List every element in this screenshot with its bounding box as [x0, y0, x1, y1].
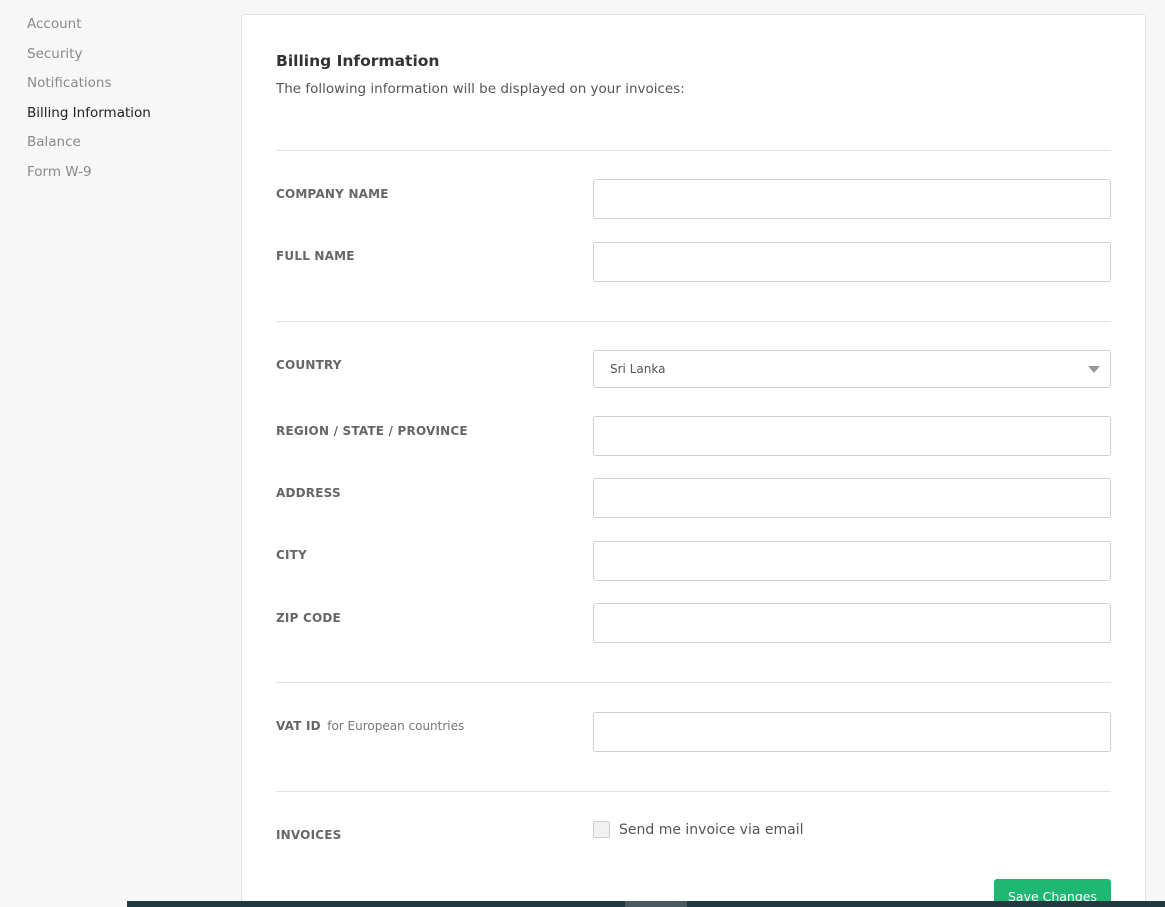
- billing-panel: Billing Information The following inform…: [241, 14, 1146, 907]
- section-divider: [276, 791, 1111, 792]
- chevron-down-icon: [1088, 366, 1100, 373]
- country-select[interactable]: Sri Lanka: [593, 350, 1111, 388]
- horizontal-scrollbar[interactable]: [127, 901, 1165, 907]
- country-label: COUNTRY: [276, 358, 342, 372]
- full-name-label: FULL NAME: [276, 249, 355, 263]
- section-divider: [276, 682, 1111, 683]
- sidebar-item-security[interactable]: Security: [27, 44, 227, 74]
- zip-code-label: ZIP CODE: [276, 611, 341, 625]
- scrollbar-thumb[interactable]: [625, 901, 687, 907]
- region-input[interactable]: [593, 416, 1111, 456]
- sidebar-item-balance[interactable]: Balance: [27, 132, 227, 162]
- page-title: Billing Information: [276, 52, 440, 70]
- company-name-input[interactable]: [593, 179, 1111, 219]
- section-divider: [276, 321, 1111, 322]
- vat-id-input[interactable]: [593, 712, 1111, 752]
- region-label: REGION / STATE / PROVINCE: [276, 424, 468, 438]
- vat-id-label: VAT ID for European countries: [276, 719, 464, 733]
- sidebar-item-notifications[interactable]: Notifications: [27, 73, 227, 103]
- settings-sidebar: Account Security Notifications Billing I…: [27, 14, 227, 191]
- section-divider: [276, 150, 1111, 151]
- address-label: ADDRESS: [276, 486, 341, 500]
- invoice-email-checkbox-label[interactable]: Send me invoice via email: [619, 822, 804, 838]
- vat-id-label-text: VAT ID: [276, 719, 321, 733]
- company-name-label: COMPANY NAME: [276, 187, 389, 201]
- sidebar-item-billing-information[interactable]: Billing Information: [27, 103, 227, 133]
- city-input[interactable]: [593, 541, 1111, 581]
- sidebar-item-account[interactable]: Account: [27, 14, 227, 44]
- zip-code-input[interactable]: [593, 603, 1111, 643]
- vat-id-note: for European countries: [327, 719, 465, 733]
- full-name-input[interactable]: [593, 242, 1111, 282]
- sidebar-item-form-w9[interactable]: Form W-9: [27, 162, 227, 192]
- invoice-email-checkbox[interactable]: [593, 821, 610, 838]
- city-label: CITY: [276, 548, 307, 562]
- page-subtitle: The following information will be displa…: [276, 81, 685, 97]
- address-input[interactable]: [593, 478, 1111, 518]
- country-selected-value: Sri Lanka: [610, 362, 666, 376]
- invoices-label: INVOICES: [276, 828, 342, 842]
